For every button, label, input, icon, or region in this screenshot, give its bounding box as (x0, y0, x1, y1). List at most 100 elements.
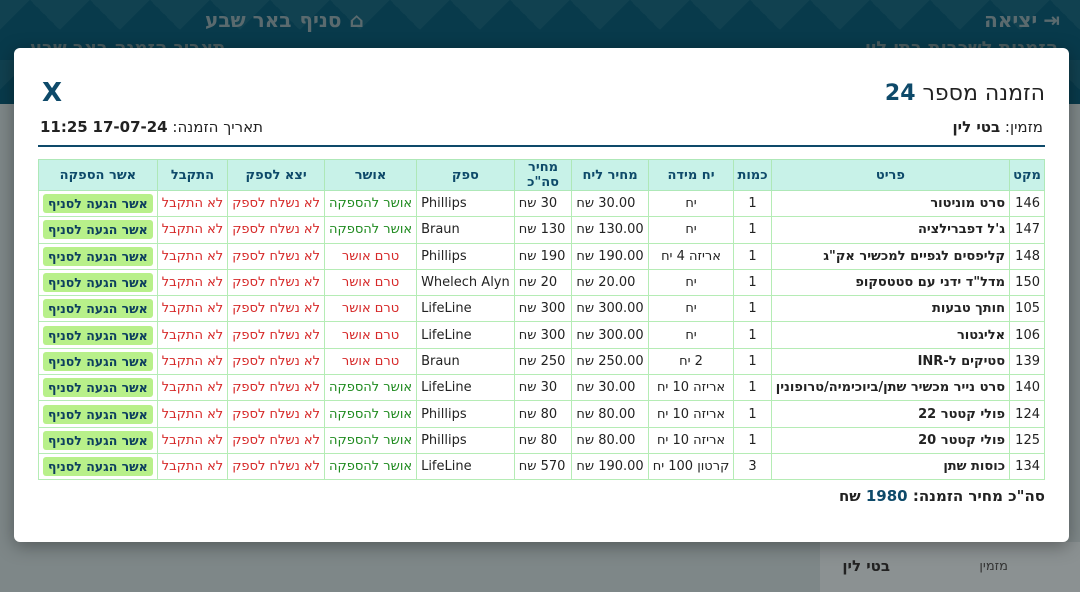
confirm-arrival-cell: אשר הגעה לסניף (38, 321, 158, 349)
approval-status: אושר להספקה (323, 452, 418, 481)
orderer-label: מזמין: (1004, 118, 1043, 136)
item-name: סרט מוניטור (770, 189, 1011, 218)
confirm-arrival-button[interactable]: אשר הגעה לסניף (43, 246, 153, 266)
approval-status: טרם אושר (323, 347, 418, 376)
item-name: קליפסים לגפיים למכשיר אק"ג (770, 242, 1011, 270)
item-supplier: Phillips (416, 400, 515, 428)
item-code: 134 (1009, 452, 1045, 481)
confirm-arrival-button[interactable]: אשר הגעה לסניף (43, 404, 153, 424)
confirm-arrival-cell: אשר הגעה לסניף (38, 268, 158, 297)
table-row: 146 סרט מוניטור 1 יח 30.00 שח 30 שח Phillips או… (38, 189, 1045, 218)
item-qty: 1 (733, 242, 772, 270)
item-unit: 2 יח (647, 347, 735, 376)
shipping-status: לא נשלח לספק (227, 347, 325, 376)
item-total: 300 שח (513, 295, 573, 323)
item-qty: 1 (733, 374, 772, 402)
order-total: סה"כ מחיר הזמנה: 1980 שח (839, 487, 1045, 505)
shipping-status: לא נשלח לספק (227, 374, 325, 402)
background-card: מזמין בטי לין (820, 542, 1080, 592)
receipt-status: לא התקבל (156, 400, 229, 428)
item-qty: 1 (733, 347, 772, 376)
table-row: 147 ג'ל דפברילציה 1 יח 130.00 שח 130 שח Braun א… (38, 216, 1045, 244)
order-date-label: תאריך הזמנה: (172, 118, 263, 136)
item-total: 30 שח (513, 189, 573, 218)
approval-status: אושר להספקה (323, 426, 418, 454)
shipping-status: לא נשלח לספק (227, 216, 325, 244)
shipping-status: לא נשלח לספק (227, 189, 325, 218)
item-code: 150 (1009, 268, 1045, 297)
close-button[interactable]: X (42, 78, 62, 108)
confirm-arrival-cell: אשר הגעה לסניף (38, 400, 158, 428)
item-unit: יח (647, 189, 735, 218)
table-row: 148 קליפסים לגפיים למכשיר אק"ג 1 אריזה 4 יח… (38, 242, 1045, 270)
item-name: ג'ל דפברילציה (770, 216, 1011, 244)
item-code: 106 (1009, 321, 1045, 349)
item-total: 80 שח (513, 426, 573, 454)
confirm-arrival-button[interactable]: אשר הגעה לסניף (43, 273, 153, 293)
col-supplier: ספק (416, 159, 515, 191)
confirm-arrival-button[interactable]: אשר הגעה לסניף (43, 351, 153, 371)
item-code: 124 (1009, 400, 1045, 428)
item-list-price: 80.00 שח (571, 426, 649, 454)
confirm-arrival-button[interactable]: אשר הגעה לסניף (43, 430, 153, 450)
item-total: 30 שח (513, 374, 573, 402)
item-name: אליגטור (770, 321, 1011, 349)
confirm-arrival-button[interactable]: אשר הגעה לסניף (43, 457, 153, 477)
item-qty: 1 (733, 426, 772, 454)
item-qty: 3 (733, 452, 772, 481)
item-list-price: 190.00 שח (571, 242, 649, 270)
confirm-arrival-button[interactable]: אשר הגעה לסניף (43, 220, 153, 240)
card-value: בטי לין (842, 557, 890, 575)
order-total-label: סה"כ מחיר הזמנה: (912, 487, 1045, 505)
shipping-status: לא נשלח לספק (227, 242, 325, 270)
receipt-status: לא התקבל (156, 216, 229, 244)
item-supplier: Phillips (416, 426, 515, 454)
divider (38, 145, 1045, 147)
item-qty: 1 (733, 216, 772, 244)
receipt-status: לא התקבל (156, 452, 229, 481)
table-row: 124 פולי קטטר 22 1 אריזה 10 יח 80.00 שח 80 שח… (38, 400, 1045, 428)
confirm-arrival-button[interactable]: אשר הגעה לסניף (43, 299, 153, 319)
item-total: 300 שח (513, 321, 573, 349)
shipping-status: לא נשלח לספק (227, 268, 325, 297)
item-total: 250 שח (513, 347, 573, 376)
confirm-arrival-cell: אשר הגעה לסניף (38, 189, 158, 218)
item-name: פולי קטטר 20 (770, 426, 1011, 454)
shipping-status: לא נשלח לספק (227, 426, 325, 454)
item-supplier: LifeLine (416, 321, 515, 349)
item-name: סרט נייר מכשיר שתן/ביוכימיה/טרופונין (770, 374, 1011, 402)
item-list-price: 20.00 שח (571, 268, 649, 297)
approval-status: אושר להספקה (323, 189, 418, 218)
orderer-name: בטי לין (952, 118, 1001, 136)
confirm-arrival-button[interactable]: אשר הגעה לסניף (43, 194, 153, 214)
item-total: 130 שח (513, 216, 573, 244)
confirm-arrival-cell: אשר הגעה לסניף (38, 374, 158, 402)
item-name: סטיקים ל-INR (770, 347, 1011, 376)
table-header-row: מקט פריט כמות יח מידה מחיר ליח מחיר סה"כ… (38, 159, 1045, 191)
shipping-status: לא נשלח לספק (227, 452, 325, 481)
order-details-modal: הזמנה מספר 24 X מזמין: בטי לין תאריך הזמ… (14, 48, 1069, 542)
col-unit: יח מידה (647, 159, 735, 191)
receipt-status: לא התקבל (156, 426, 229, 454)
item-code: 148 (1009, 242, 1045, 270)
item-code: 140 (1009, 374, 1045, 402)
confirm-arrival-button[interactable]: אשר הגעה לסניף (43, 325, 153, 345)
approval-status: טרם אושר (323, 295, 418, 323)
col-code: מקט (1009, 159, 1045, 191)
item-total: 190 שח (513, 242, 573, 270)
item-list-price: 130.00 שח (571, 216, 649, 244)
receipt-status: לא התקבל (156, 295, 229, 323)
modal-title: הזמנה מספר 24 (885, 81, 1045, 106)
item-list-price: 250.00 שח (571, 347, 649, 376)
col-qty: כמות (733, 159, 772, 191)
col-item: פריט (770, 159, 1011, 191)
approval-status: טרם אושר (323, 321, 418, 349)
item-code: 125 (1009, 426, 1045, 454)
item-name: פולי קטטר 22 (770, 400, 1011, 428)
item-list-price: 30.00 שח (571, 189, 649, 218)
item-unit: אריזה 10 יח (647, 426, 735, 454)
confirm-arrival-cell: אשר הגעה לסניף (38, 216, 158, 244)
order-date-value: 17-07-24 (92, 118, 168, 136)
confirm-arrival-button[interactable]: אשר הגעה לסניף (43, 378, 153, 398)
col-approved: אושר (323, 159, 418, 191)
